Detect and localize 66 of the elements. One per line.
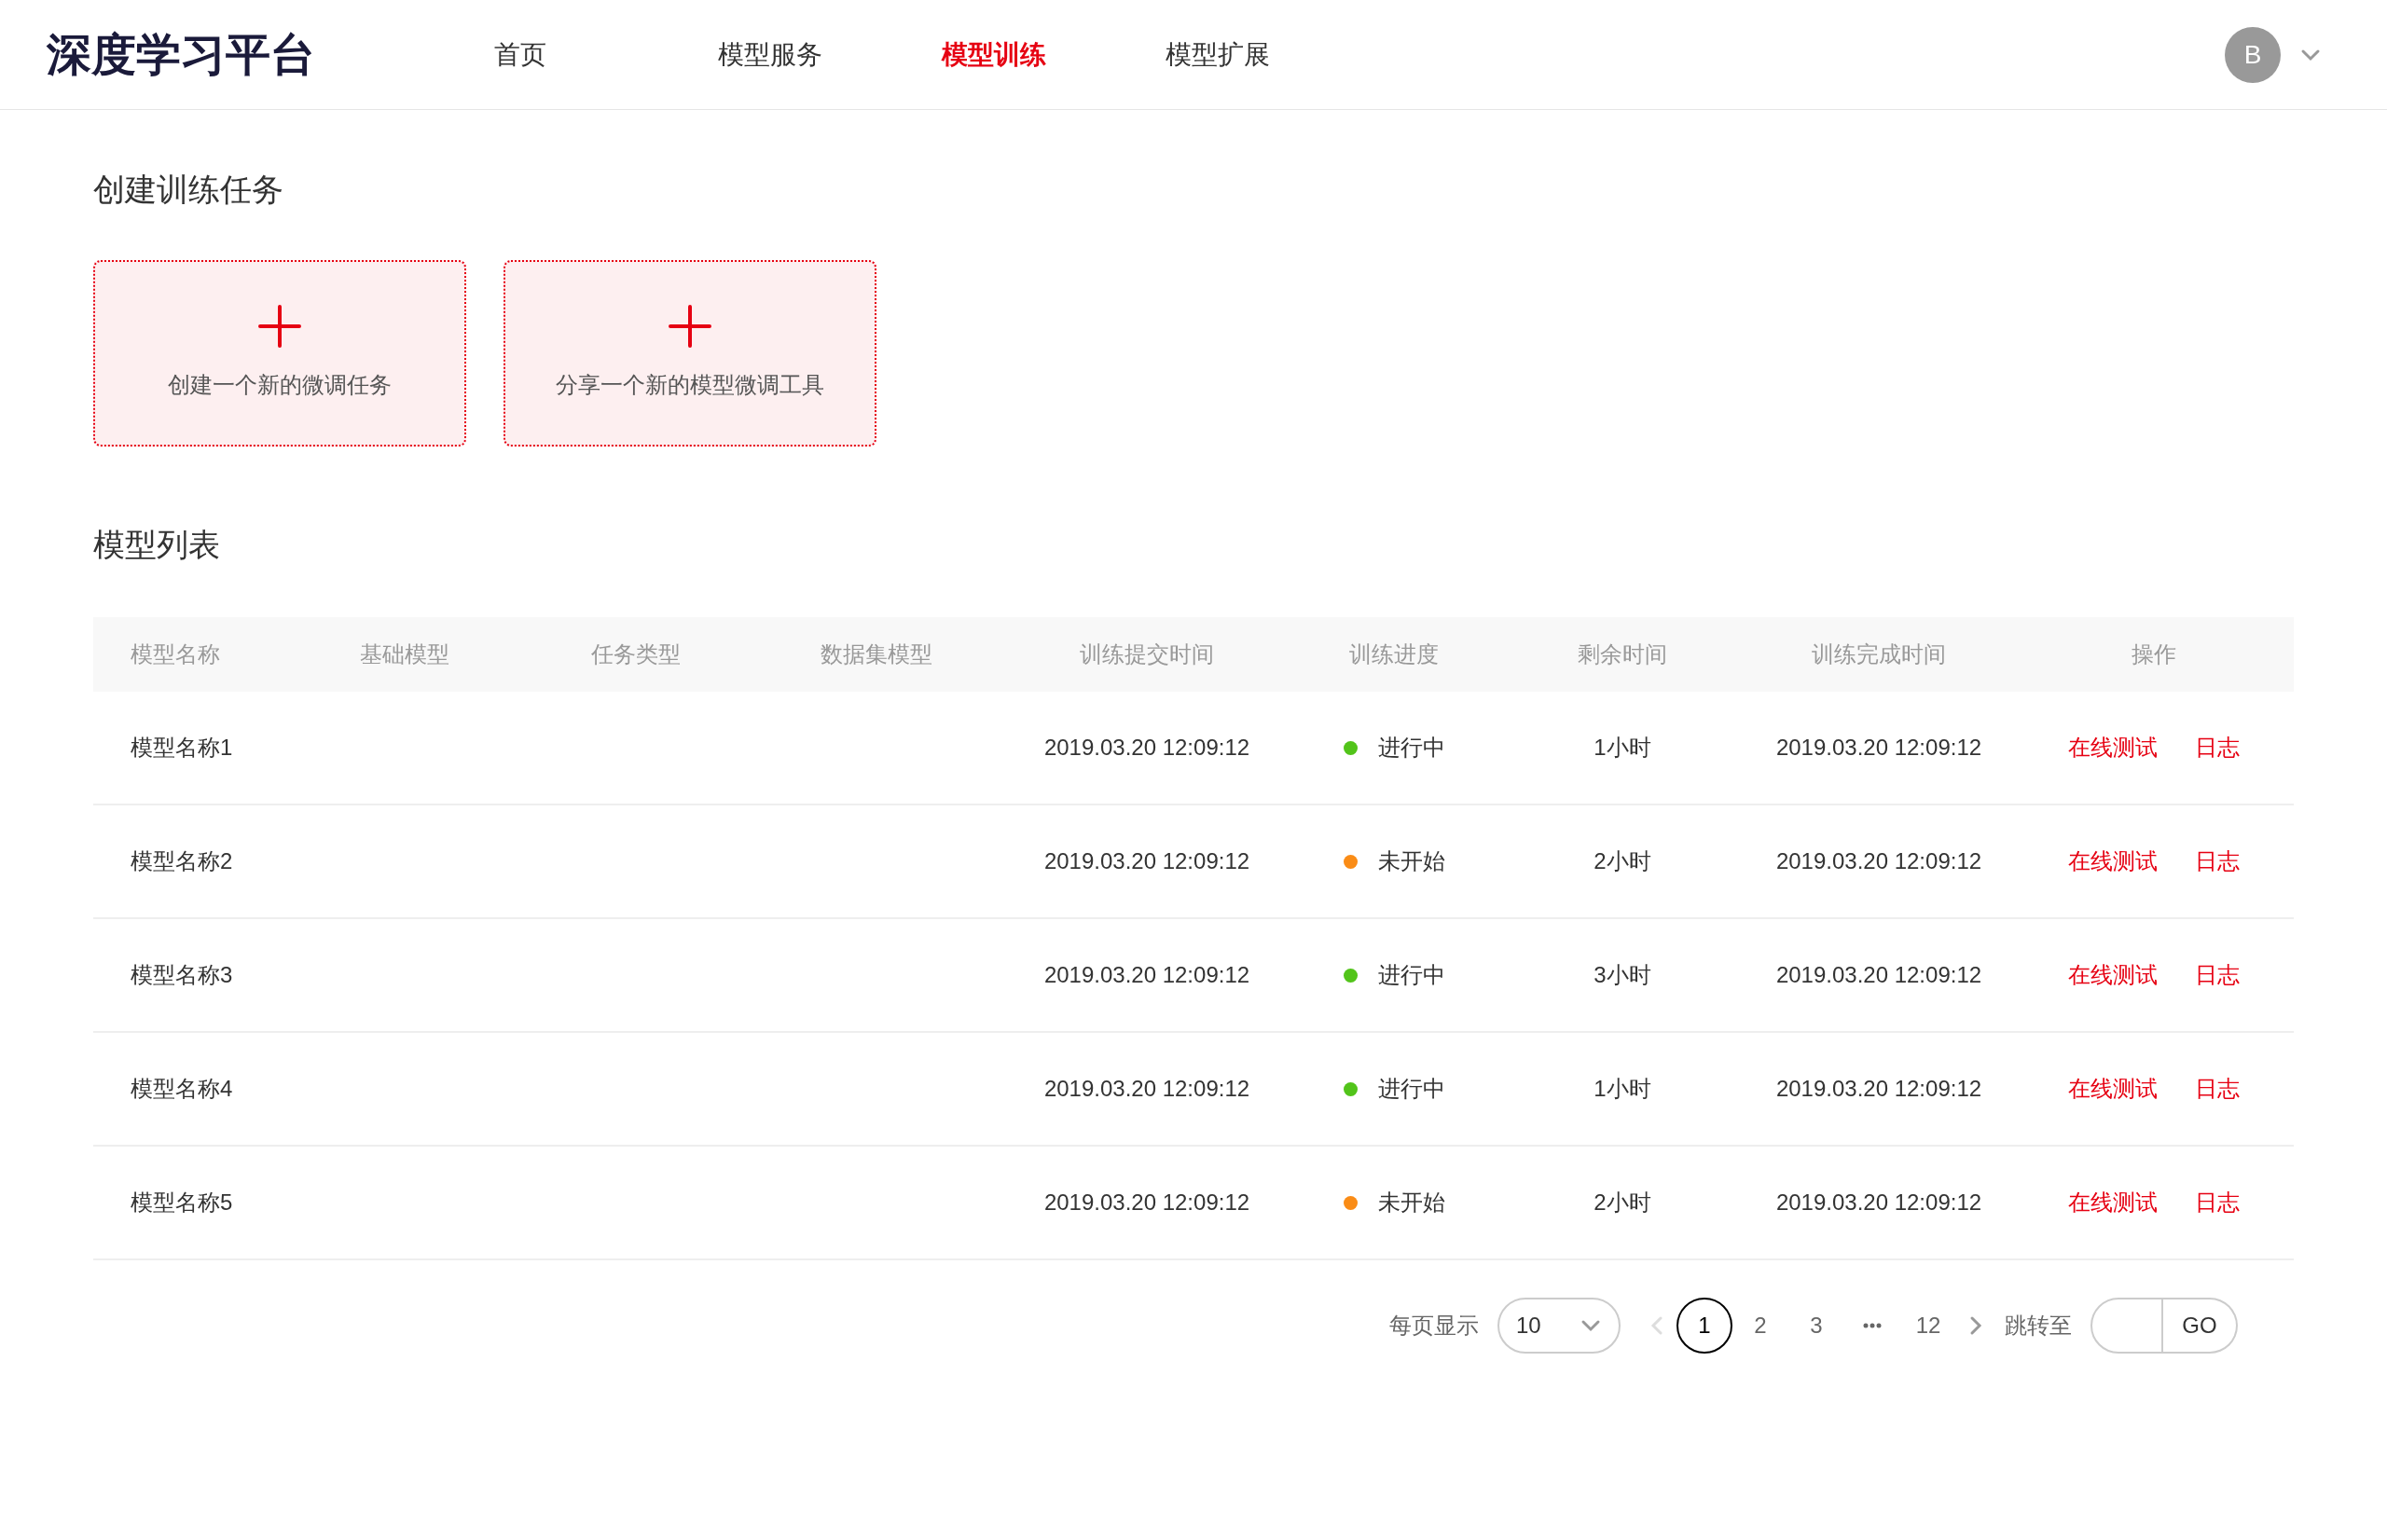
action-link[interactable]: 日志	[2195, 958, 2240, 992]
page-input[interactable]	[2090, 1298, 2163, 1354]
nav-link[interactable]: 首页	[494, 34, 718, 75]
action-link[interactable]: 在线测试	[2068, 731, 2158, 764]
jump-label: 跳转至	[2005, 1312, 2072, 1340]
table-cell-text: 2019.03.20 12:09:12	[1775, 734, 1982, 762]
table-cell-text: 2019.03.20 12:09:12	[1043, 961, 1250, 989]
page-number[interactable]: 2	[1732, 1298, 1788, 1354]
page-size-label: 每页显示	[1389, 1312, 1479, 1340]
page-number[interactable]: 3	[1788, 1298, 1844, 1354]
status-text: 进行中	[1377, 961, 1445, 989]
table-cell-text: 3小时	[1594, 961, 1651, 989]
table-cell-text: 2019.03.20 12:09:12	[1775, 1075, 1982, 1103]
table-cell-text: 2019.03.20 12:09:12	[1775, 961, 1982, 989]
status-text: 未开始	[1377, 847, 1445, 875]
column-header: 剩余时间	[1578, 640, 1667, 668]
table-cell-text: 模型名称4	[131, 1075, 234, 1103]
section-title: 创建训练任务	[93, 171, 284, 209]
status-text: 进行中	[1377, 734, 1445, 762]
status-text: 未开始	[1377, 1189, 1445, 1217]
table-cell-text: 2019.03.20 12:09:12	[1043, 1075, 1250, 1103]
action-link[interactable]: 在线测试	[2068, 958, 2158, 992]
column-header: 基础模型	[360, 640, 450, 668]
go-button[interactable]: GO	[2163, 1298, 2238, 1354]
nav-link[interactable]: 模型扩展	[1166, 34, 1389, 75]
page-size-select[interactable]: 10	[1497, 1298, 1621, 1354]
action-link[interactable]: 在线测试	[2068, 1186, 2158, 1219]
table-cell-text: 2019.03.20 12:09:12	[1775, 1189, 1982, 1217]
ellipsis-icon	[1863, 1323, 1882, 1328]
page-number[interactable]: 12	[1900, 1298, 1956, 1354]
column-header: 任务类型	[591, 640, 682, 668]
nav-link[interactable]: 模型服务	[718, 34, 942, 75]
table-cell-text: 模型名称3	[131, 961, 234, 989]
table-cell-text: 2019.03.20 12:09:12	[1043, 1189, 1250, 1217]
avatar[interactable]: B	[2225, 26, 2281, 83]
action-link[interactable]: 日志	[2195, 1186, 2240, 1219]
action-link[interactable]: 日志	[2195, 731, 2240, 764]
page-number[interactable]: 1	[1676, 1298, 1732, 1354]
column-header: 数据集模型	[821, 640, 933, 668]
column-header: 训练提交时间	[1080, 640, 1214, 668]
section-title: 模型列表	[93, 526, 221, 564]
table-cell-text: 模型名称2	[131, 847, 234, 875]
column-header: 训练进度	[1349, 640, 1439, 668]
table-cell-text: 2019.03.20 12:09:12	[1043, 734, 1250, 762]
create-card[interactable]: 分享一个新的模型微调工具	[504, 260, 876, 447]
action-link[interactable]: 在线测试	[2068, 845, 2158, 878]
action-link[interactable]: 日志	[2195, 1072, 2240, 1106]
logo-text: 深度学习平台	[47, 28, 316, 81]
table-cell-text: 2小时	[1594, 847, 1651, 875]
column-header: 操作	[2132, 640, 2176, 668]
table-cell-text: 1小时	[1594, 1075, 1651, 1103]
table-cell-text: 模型名称5	[131, 1189, 234, 1217]
plus-icon	[258, 305, 301, 348]
table-cell-text: 2019.03.20 12:09:12	[1775, 847, 1982, 875]
action-link[interactable]: 在线测试	[2068, 1072, 2158, 1106]
nav-link[interactable]: 模型训练	[942, 34, 1166, 75]
plus-icon	[669, 305, 711, 348]
create-card[interactable]: 创建一个新的微调任务	[93, 260, 466, 447]
table-cell-text: 2小时	[1594, 1189, 1651, 1217]
table-cell-text: 2019.03.20 12:09:12	[1043, 847, 1250, 875]
table-cell-text: 1小时	[1594, 734, 1651, 762]
column-header: 训练完成时间	[1812, 640, 1946, 668]
action-link[interactable]: 日志	[2195, 845, 2240, 878]
column-header: 模型名称	[131, 640, 221, 668]
status-text: 进行中	[1377, 1075, 1445, 1103]
table-cell-text: 模型名称1	[131, 734, 234, 762]
